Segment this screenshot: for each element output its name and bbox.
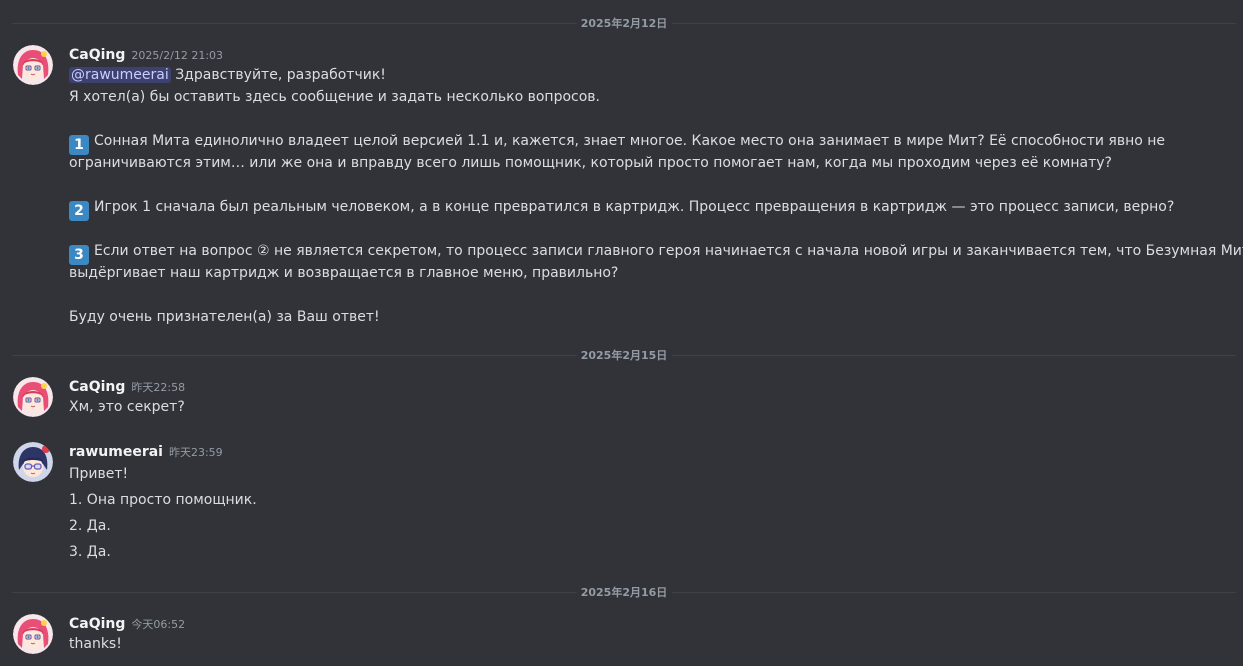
user-mention[interactable]: @rawumeerai — [69, 67, 171, 83]
timestamp: 今天06:52 — [131, 618, 186, 631]
keycap-two-icon: 2 — [69, 201, 89, 221]
divider-date: 2025年2月12日 — [576, 17, 672, 30]
message-text: Сонная Мита единолично владеет целой вер… — [94, 133, 1166, 149]
user-avatar[interactable] — [13, 442, 53, 482]
user-avatar[interactable] — [13, 377, 53, 417]
message-text: thanks! — [69, 636, 122, 652]
message-text: Буду очень признателен(а) за Ваш ответ! — [69, 309, 380, 325]
message-content: Привет! 1. Она просто помощник. 2. Да. 3… — [69, 461, 1213, 565]
timestamp: 2025/2/12 21:03 — [131, 49, 224, 62]
divider-date: 2025年2月15日 — [576, 349, 672, 362]
message-content: Хм, это секрет? — [69, 396, 1213, 418]
message-text: Здравствуйте, разработчик! — [170, 67, 386, 83]
username[interactable]: CaQing — [69, 616, 125, 632]
message-text: Хм, это секрет? — [69, 399, 185, 415]
username[interactable]: CaQing — [69, 47, 125, 63]
message-content: @rawumeerai Здравствуйте, разработчик! Я… — [69, 64, 1243, 328]
divider-date: 2025年2月16日 — [576, 586, 672, 599]
message-text: выдёргивает наш картридж и возвращается … — [69, 265, 619, 281]
user-avatar[interactable] — [13, 614, 53, 654]
message-text: 2. Да. — [69, 518, 111, 534]
date-divider: 2025年2月16日 — [12, 586, 1236, 599]
anime-girl-pink-hair-avatar-icon — [13, 45, 53, 85]
timestamp: 昨天22:58 — [131, 381, 186, 394]
message-header: CaQing 昨天22:58 — [69, 376, 185, 396]
message-content: thanks! — [69, 633, 1213, 655]
message-header: CaQing 今天06:52 — [69, 613, 185, 633]
user-avatar[interactable] — [13, 45, 53, 85]
message-text: Если ответ на вопрос ② не является секре… — [94, 243, 1243, 259]
message-text: Игрок 1 сначала был реальным человеком, … — [94, 199, 1175, 215]
chat-messages: 2025年2月12日 CaQing 2025/2/12 21:03 @rawume… — [0, 0, 1243, 666]
anime-boy-glasses-avatar-icon — [13, 442, 53, 482]
message-text: 1. Она просто помощник. — [69, 492, 257, 508]
message-text: Я хотел(а) бы оставить здесь сообщение и… — [69, 89, 600, 105]
username[interactable]: rawumeerai — [69, 444, 163, 460]
timestamp: 昨天23:59 — [168, 446, 223, 459]
message-text: ограничиваются этим… или же она и вправд… — [69, 155, 1112, 171]
username[interactable]: CaQing — [69, 379, 125, 395]
message-text: 3. Да. — [69, 544, 111, 560]
message-header: CaQing 2025/2/12 21:03 — [69, 44, 223, 64]
message-text: Привет! — [69, 466, 129, 482]
anime-girl-pink-hair-avatar-icon — [13, 614, 53, 654]
message-header: rawumeerai 昨天23:59 — [69, 441, 223, 461]
date-divider: 2025年2月15日 — [12, 349, 1236, 362]
anime-girl-pink-hair-avatar-icon — [13, 377, 53, 417]
date-divider: 2025年2月12日 — [12, 17, 1236, 30]
